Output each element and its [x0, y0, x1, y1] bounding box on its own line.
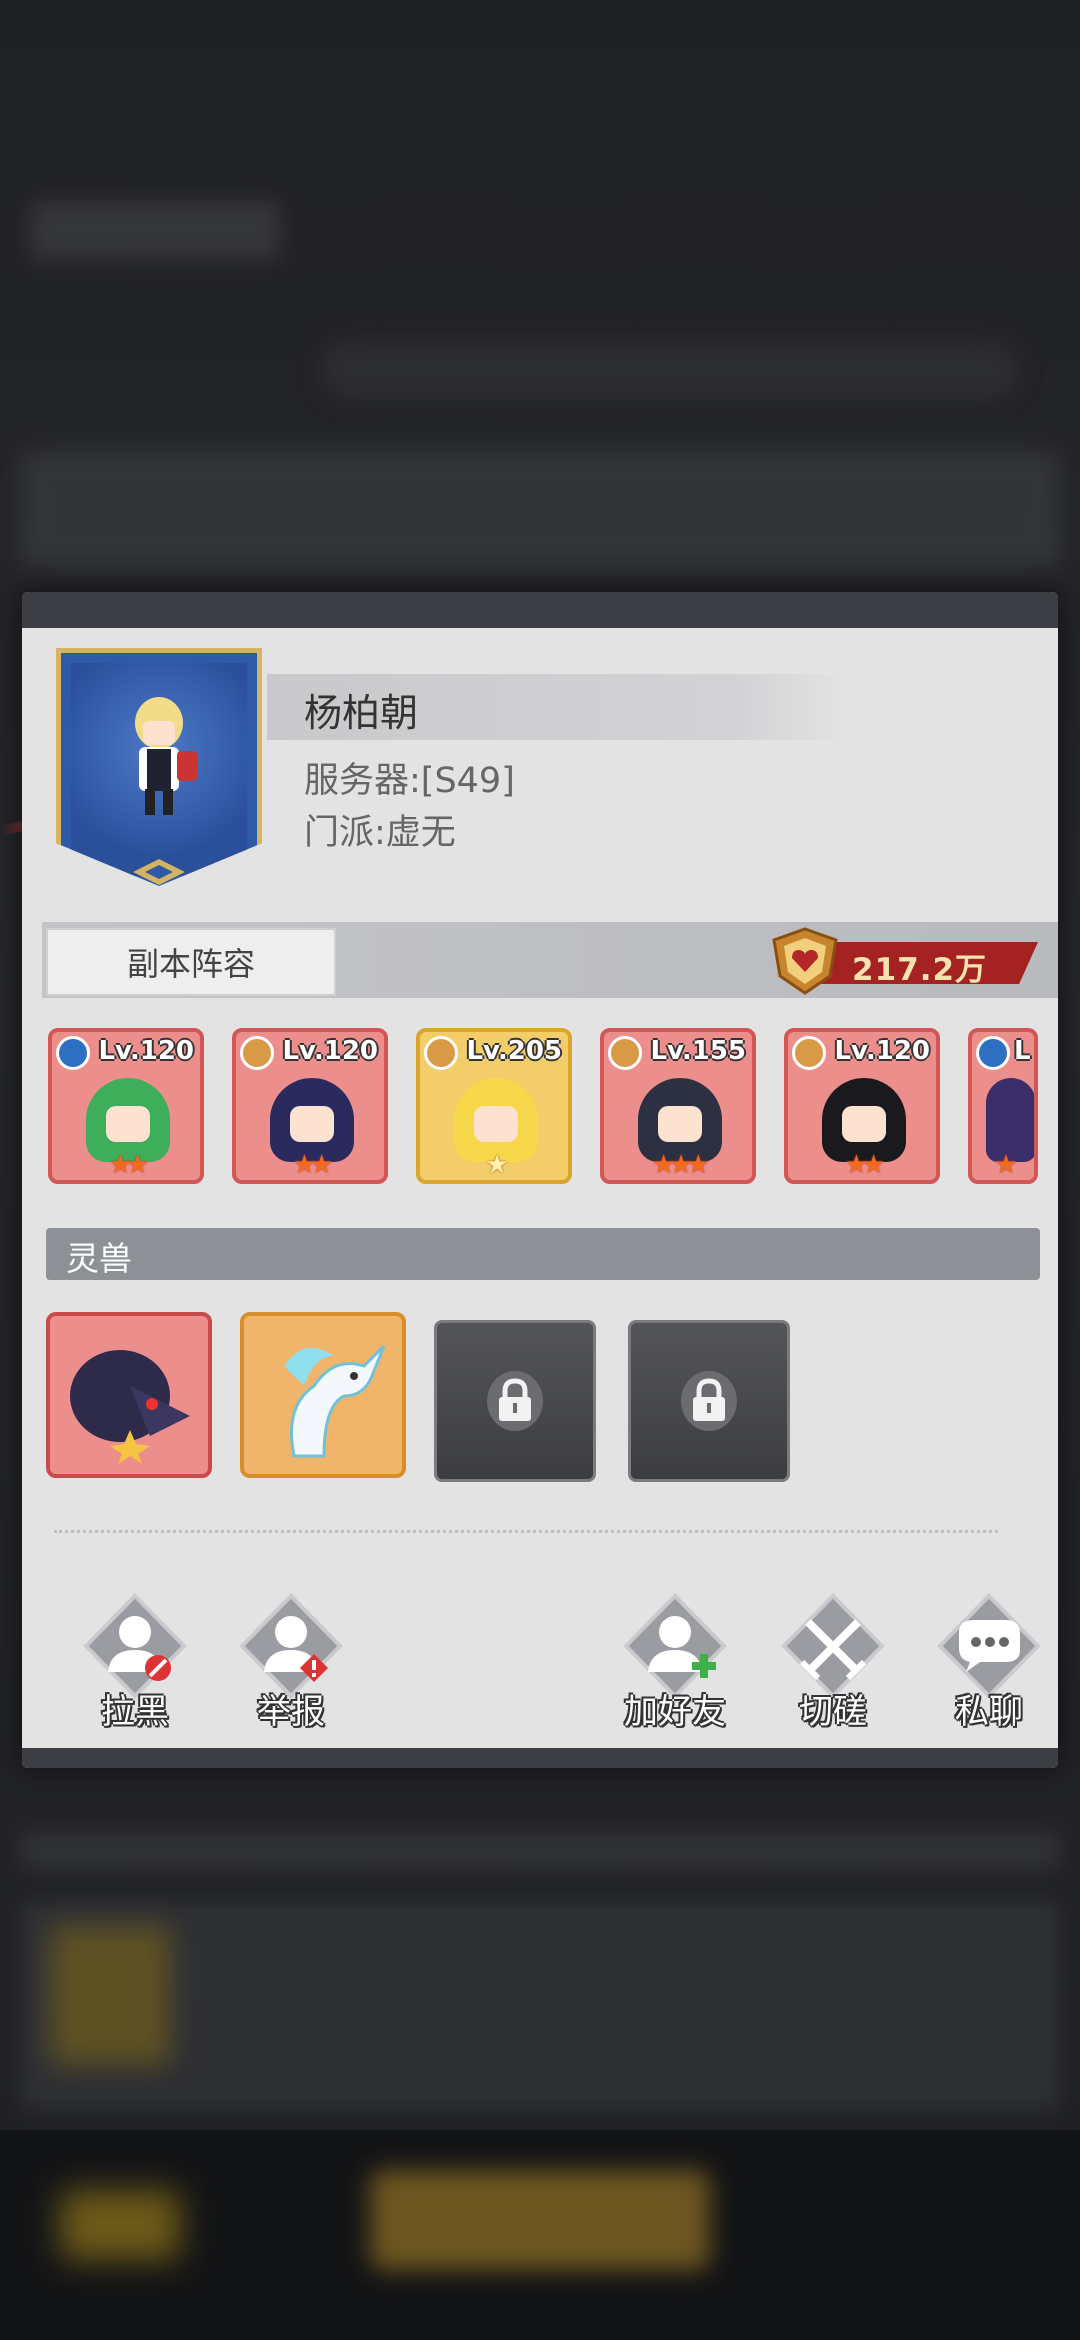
background-panel — [20, 450, 1060, 570]
water-element-icon — [56, 1036, 90, 1070]
player-sect: 门派:虚无 — [304, 813, 456, 853]
hero-card[interactable]: L ★ — [968, 1028, 1038, 1184]
divider — [54, 1530, 998, 1533]
spirit-beast-slot[interactable] — [240, 1312, 406, 1478]
background-gold-button — [370, 2170, 710, 2270]
background-flag-icon — [60, 2190, 180, 2260]
hero-stars: ★★★ — [652, 1150, 710, 1180]
lotus-element-icon — [792, 1036, 826, 1070]
hero-face — [658, 1106, 702, 1142]
hero-stars: ★★ — [108, 1150, 150, 1180]
hero-level: L — [1014, 1036, 1031, 1066]
private-chat-label: 私聊 — [955, 1692, 1023, 1732]
background-emblem — [50, 1925, 170, 2065]
lotus-element-icon — [424, 1036, 458, 1070]
hero-stars: ★ — [994, 1150, 1017, 1180]
modal-header-strip — [22, 592, 1058, 628]
spirit-beast-header — [46, 1228, 1040, 1280]
hero-level: Lv.155 — [650, 1036, 746, 1066]
background-tabs — [320, 340, 1020, 400]
report-label: 举报 — [257, 1692, 325, 1732]
avatar-banner[interactable] — [56, 648, 262, 886]
spirit-beast-title: 灵兽 — [66, 1239, 132, 1278]
avatar-character-icon — [135, 697, 197, 815]
add-friend-label: 加好友 — [624, 1692, 726, 1732]
spirit-beast-slot[interactable] — [46, 1312, 212, 1478]
hero-level: Lv.205 — [466, 1036, 562, 1066]
duel-label: 切磋 — [799, 1692, 867, 1732]
hero-card[interactable]: Lv.120 ★★ — [232, 1028, 388, 1184]
dark-dragon-icon — [70, 1350, 190, 1464]
modal-footer-strip — [22, 1748, 1058, 1768]
hero-face — [474, 1106, 518, 1142]
duel-button[interactable]: 切磋 — [768, 1592, 898, 1742]
hero-face — [842, 1106, 886, 1142]
player-server: 服务器:[S49] — [304, 761, 515, 801]
hero-card[interactable]: Lv.120 ★★ — [784, 1028, 940, 1184]
water-element-icon — [976, 1036, 1010, 1070]
block-label: 拉黑 — [101, 1692, 169, 1732]
lock-icon — [681, 1371, 737, 1431]
background-panel — [20, 1830, 1060, 1870]
hero-face — [106, 1106, 150, 1142]
white-qilin-icon — [284, 1344, 386, 1458]
lotus-element-icon — [240, 1036, 274, 1070]
locked-beast-slot[interactable] — [434, 1320, 596, 1482]
lock-icon — [487, 1371, 543, 1431]
block-button[interactable]: 拉黑 — [70, 1592, 200, 1742]
hero-level: Lv.120 — [98, 1036, 194, 1066]
lotus-element-icon — [608, 1036, 642, 1070]
background-title — [30, 200, 280, 260]
background-card — [20, 1900, 1060, 2110]
banner-ornament-icon — [133, 859, 185, 885]
private-chat-button[interactable]: 私聊 — [924, 1592, 1054, 1742]
locked-beast-slot[interactable] — [628, 1320, 790, 1482]
report-button[interactable]: 举报 — [226, 1592, 356, 1742]
hero-card[interactable]: Lv.205 ★ — [416, 1028, 572, 1184]
player-name: 杨柏朝 — [304, 691, 419, 735]
hero-card[interactable]: Lv.120 ★★ — [48, 1028, 204, 1184]
add-friend-button[interactable]: 加好友 — [610, 1592, 740, 1742]
hero-face — [290, 1106, 334, 1142]
combat-power-value: 217.2万 — [852, 952, 988, 988]
hero-level: Lv.120 — [834, 1036, 930, 1066]
hero-stars: ★★ — [844, 1150, 886, 1180]
hero-stars: ★ — [485, 1150, 508, 1180]
tab-dungeon-formation[interactable]: 副本阵容 — [46, 928, 336, 996]
player-profile-modal: 杨柏朝 服务器:[S49] 门派:虚无 副本阵容 217.2万 Lv.120 ★… — [22, 592, 1058, 1768]
hero-level: Lv.120 — [282, 1036, 378, 1066]
hero-stars: ★★ — [292, 1150, 334, 1180]
shield-heart-icon — [772, 927, 838, 995]
hero-card[interactable]: Lv.155 ★★★ — [600, 1028, 756, 1184]
